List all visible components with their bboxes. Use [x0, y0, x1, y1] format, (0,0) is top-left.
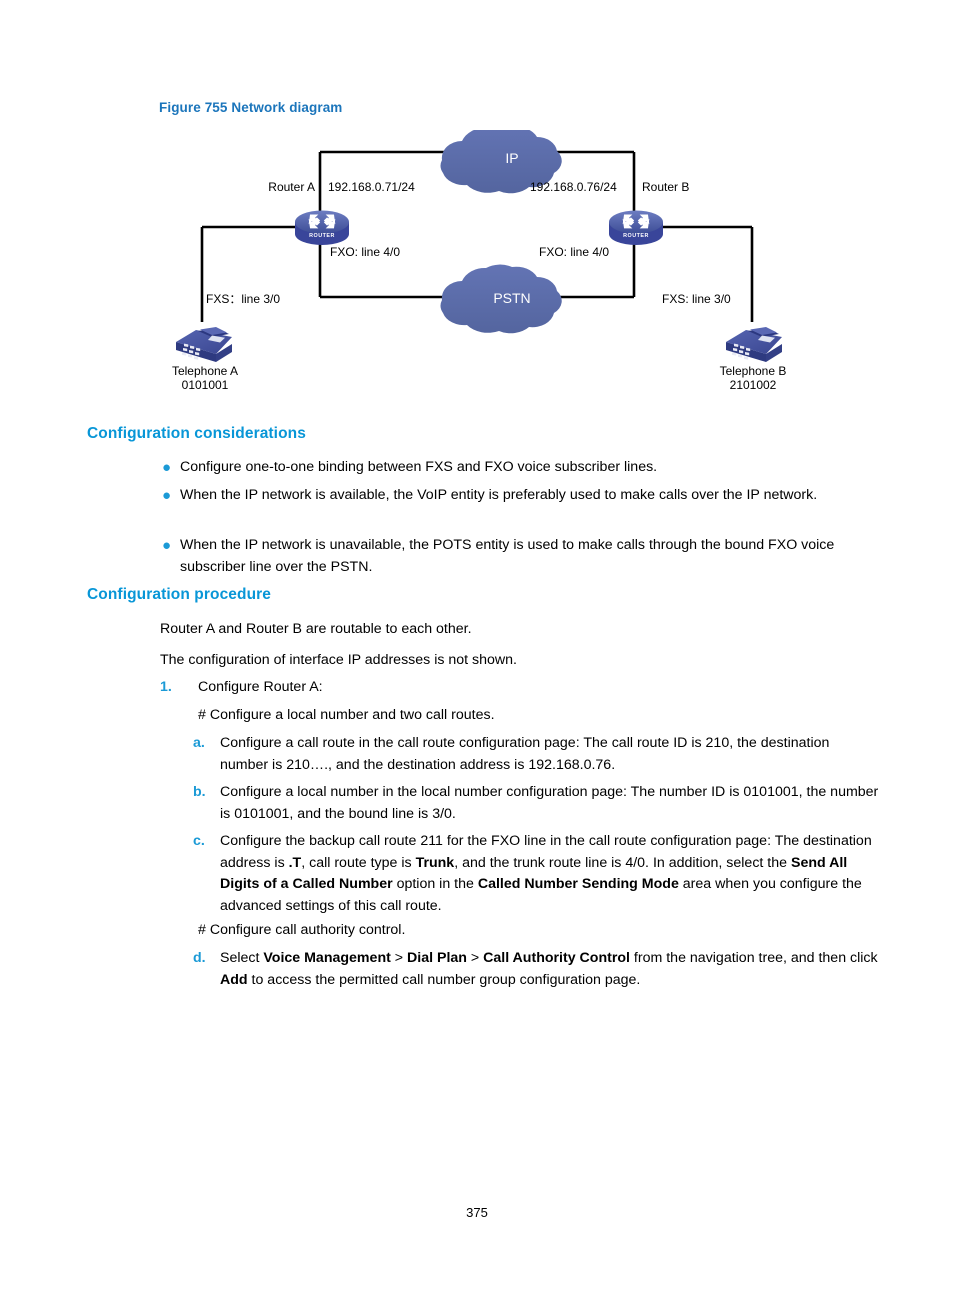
fxs-left-label: FXS：line 3/0: [206, 292, 281, 306]
item-c-part3: , and the trunk route line is 4/0. In ad…: [454, 854, 791, 871]
fxs-right-label: FXS: line 3/0: [662, 292, 731, 306]
item-d-bold-dial-plan: Dial Plan: [407, 950, 467, 966]
item-b-marker: b.: [193, 784, 206, 800]
fxo-left-label: FXO: line 4/0: [330, 245, 401, 259]
cloud-pstn-label: PSTN: [493, 290, 531, 306]
item-c-text: Configure the backup call route 211 for …: [220, 831, 883, 917]
ip-address-left-label: 192.168.0.71/24: [328, 180, 415, 194]
item-a-text: Configure a call route in the call route…: [220, 735, 830, 773]
step-1-marker: 1.: [160, 679, 172, 695]
network-diagram-svg: ROUTER ROUTER: [176, 130, 782, 362]
network-diagram: ROUTER ROUTER IP PSTN Router A 192.168.0…: [150, 130, 830, 400]
procedure-item-a: a. Configure a call route in the call ro…: [193, 733, 873, 776]
item-d-marker: d.: [193, 950, 206, 966]
router-a-badge-text: ROUTER: [309, 233, 335, 239]
router-a-icon: ROUTER: [295, 210, 349, 245]
bullet-icon: ●: [162, 459, 172, 476]
bullet-icon: ●: [162, 537, 172, 554]
telephone-b-icon: [726, 327, 782, 362]
procedure-item-b: b. Configure a local number in the local…: [193, 782, 883, 825]
procedure-step-1: 1. Configure Router A:: [160, 677, 875, 699]
telephone-a-number: 0101001: [181, 378, 229, 392]
item-b-text: Configure a local number in the local nu…: [220, 784, 879, 822]
bullet-icon: ●: [162, 487, 172, 504]
item-d-bold-call-authority-control: Call Authority Control: [483, 950, 630, 966]
cloud-ip-label: IP: [505, 150, 519, 166]
list-item: ● When the IP network is available, the …: [160, 485, 875, 507]
item-d-part2: from the navigation tree, and then click: [629, 950, 878, 966]
router-b-label: Router B: [642, 180, 690, 194]
telephone-b-number: 2101002: [729, 378, 777, 392]
procedure-item-d: d. Select Voice Management > Dial Plan >…: [193, 948, 883, 991]
item-d-sep1: >: [390, 950, 408, 966]
consideration-text-2: When the IP network is available, the Vo…: [180, 487, 818, 503]
figure-caption: Figure 755 Network diagram: [159, 100, 343, 115]
consideration-text-1: Configure one-to-one binding between FXS…: [180, 459, 658, 475]
item-c-part2: , call route type is: [301, 854, 416, 871]
item-c-bold-called-number-sending-mode: Called Number Sending Mode: [477, 876, 679, 892]
ip-address-right-label: 192.168.0.76/24: [530, 180, 617, 194]
heading-configuration-procedure: Configuration procedure: [87, 586, 271, 603]
list-item: ● When the IP network is unavailable, th…: [160, 535, 875, 578]
step-1-text: Configure Router A:: [198, 679, 323, 695]
procedure-intro-1: Router A and Router B are routable to ea…: [160, 621, 472, 637]
item-d-sep2: >: [466, 950, 484, 966]
item-d-bold-voice-management: Voice Management: [263, 950, 391, 966]
item-d-part3: to access the permitted call number grou…: [247, 971, 641, 988]
fxo-right-label: FXO: line 4/0: [539, 245, 610, 259]
procedure-item-c: c. Configure the backup call route 211 f…: [193, 831, 883, 917]
procedure-intro-2: The configuration of interface IP addres…: [160, 652, 517, 668]
telephone-a-icon: [176, 327, 232, 362]
procedure-comment-1: # Configure a local number and two call …: [198, 707, 495, 723]
router-b-icon: ROUTER: [609, 210, 663, 245]
item-c-bold-trunk: Trunk: [415, 854, 455, 871]
consideration-text-3: When the IP network is unavailable, the …: [180, 537, 835, 575]
page-number: 375: [466, 1205, 488, 1220]
telephone-b-name: Telephone B: [719, 364, 787, 378]
item-d-part1: Select: [220, 950, 264, 966]
item-c-part4: option in the: [392, 876, 478, 892]
item-d-bold-add: Add: [220, 971, 248, 988]
heading-configuration-considerations: Configuration considerations: [87, 425, 306, 442]
telephone-a-name: Telephone A: [171, 364, 239, 378]
item-c-marker: c.: [193, 833, 205, 849]
item-a-marker: a.: [193, 735, 205, 751]
list-item: ● Configure one-to-one binding between F…: [160, 457, 875, 479]
router-b-badge-text: ROUTER: [623, 233, 649, 239]
item-d-text: Select Voice Management > Dial Plan > Ca…: [220, 948, 883, 991]
procedure-comment-2: # Configure call authority control.: [198, 922, 406, 938]
item-c-bold-destination-address: .T: [288, 854, 302, 871]
router-a-label: Router A: [268, 180, 315, 194]
